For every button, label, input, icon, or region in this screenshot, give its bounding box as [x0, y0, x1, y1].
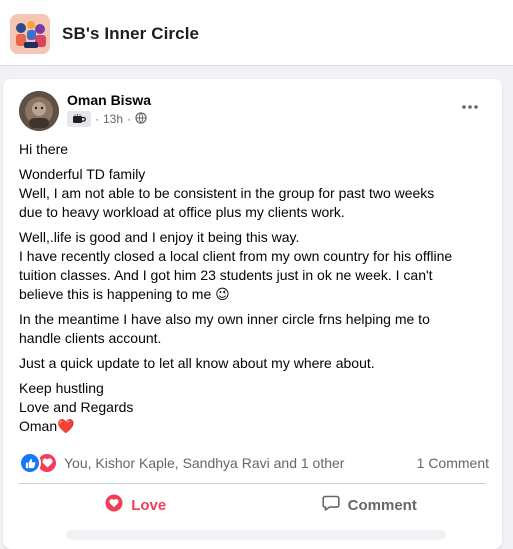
- globe-icon[interactable]: [135, 111, 147, 127]
- more-dots-icon[interactable]: [458, 97, 482, 117]
- author-name[interactable]: Oman Biswa: [67, 92, 151, 108]
- meta-separator: ·: [127, 112, 132, 126]
- post-line: Keep hustling: [19, 380, 104, 396]
- post-line: Wonderful TD family: [19, 166, 146, 182]
- post-line: Well,.life is good and I enjoy it being …: [19, 229, 300, 245]
- like-reaction-icon[interactable]: [19, 452, 41, 474]
- post-paragraph: Hi there: [19, 140, 489, 159]
- group-cover-image: [10, 14, 50, 54]
- heart-icon: [105, 494, 123, 516]
- post-body: Hi there Wonderful TD family Well, I am …: [19, 140, 489, 442]
- action-divider: [19, 483, 486, 484]
- group-title[interactable]: SB's Inner Circle: [62, 24, 199, 44]
- post-line: I have recently closed a local client fr…: [19, 248, 453, 264]
- post-paragraph: In the meantime I have also my own inner…: [19, 310, 489, 348]
- meta-separator: ·: [95, 112, 99, 126]
- comments-count[interactable]: 1 Comment: [417, 455, 489, 471]
- post-time[interactable]: 13h: [103, 112, 123, 126]
- love-button-label: Love: [131, 496, 167, 514]
- post-line: due to heavy workload at office plus my …: [19, 204, 345, 220]
- post-line: Well, I am not able to be consistent in …: [19, 185, 435, 201]
- comment-bubble-icon: [322, 494, 340, 516]
- comment-button-label: Comment: [347, 496, 417, 514]
- coffee-badge-icon[interactable]: [67, 111, 91, 127]
- author-photo: [19, 91, 59, 131]
- group-header: SB's Inner Circle: [0, 0, 513, 66]
- post-line: Hi there: [19, 141, 69, 157]
- post-actions: Love Comment: [19, 487, 486, 523]
- next-post-edge: [66, 530, 446, 540]
- post-line: Oman❤️: [19, 418, 75, 434]
- post-card: Oman Biswa · 13h · Hi there Wonderful TD…: [3, 79, 502, 549]
- post-line: tuition classes. And I got him 23 studen…: [19, 267, 433, 283]
- post-line: Love and Regards: [19, 399, 134, 415]
- post-line: Just a quick update to let all know abou…: [19, 355, 375, 371]
- post-line: In the meantime I have also my own inner…: [19, 311, 430, 327]
- reactions-names[interactable]: You, Kishor Kaple, Sandhya Ravi and 1 ot…: [64, 455, 344, 471]
- post-line: believe this is happening to me 😉: [19, 286, 230, 302]
- reactions-left: You, Kishor Kaple, Sandhya Ravi and 1 ot…: [19, 452, 344, 474]
- reactions-summary: You, Kishor Kaple, Sandhya Ravi and 1 ot…: [19, 452, 489, 474]
- post-paragraph: Just a quick update to let all know abou…: [19, 354, 489, 373]
- post-line: handle clients account.: [19, 330, 162, 346]
- love-button[interactable]: Love: [19, 487, 253, 523]
- group-avatar[interactable]: [10, 14, 50, 54]
- comment-button[interactable]: Comment: [253, 487, 487, 523]
- post-paragraph: Wonderful TD family Well, I am not able …: [19, 165, 489, 222]
- author-avatar[interactable]: [19, 91, 59, 131]
- post-meta: · 13h ·: [67, 110, 147, 128]
- post-paragraph: Well,.life is good and I enjoy it being …: [19, 228, 489, 304]
- post-paragraph: Keep hustling Love and Regards Oman❤️: [19, 379, 489, 436]
